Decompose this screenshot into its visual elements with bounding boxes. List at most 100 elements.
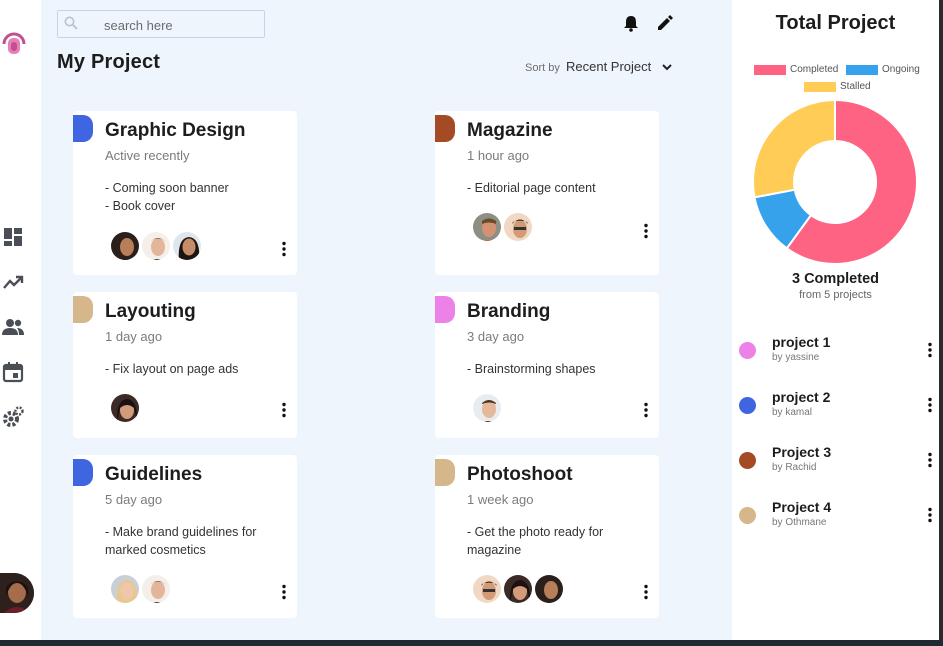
avatar[interactable] xyxy=(533,573,565,605)
avatar[interactable] xyxy=(140,573,172,605)
card-time: 3 day ago xyxy=(467,329,525,344)
donut-chart[interactable] xyxy=(753,100,917,264)
more-vert-icon[interactable] xyxy=(281,241,287,257)
trending-icon[interactable] xyxy=(2,271,24,293)
avatar[interactable] xyxy=(471,392,503,424)
card-avatars xyxy=(109,573,172,605)
card-tag xyxy=(435,115,455,142)
project-card[interactable]: Magazine 1 hour ago - Editorial page con… xyxy=(435,111,659,275)
avatar[interactable] xyxy=(502,211,534,243)
sort-by-label: Sort by xyxy=(525,62,560,74)
card-note: - Get the photo ready for magazine xyxy=(467,525,604,557)
project-card[interactable]: Photoshoot 1 week ago - Get the photo re… xyxy=(435,455,659,618)
project-name: Project 4 xyxy=(772,499,832,515)
legend-item[interactable]: Completed xyxy=(754,64,838,75)
card-time: 1 day ago xyxy=(105,329,163,344)
dashboard-icon[interactable] xyxy=(2,226,24,248)
card-note: - Brainstorming shapes xyxy=(467,362,596,376)
avatar[interactable] xyxy=(109,573,141,605)
card-notes: - Get the photo ready for magazine xyxy=(467,523,652,559)
project-color-dot xyxy=(739,507,756,524)
left-rail xyxy=(0,0,41,640)
card-title: Magazine xyxy=(467,120,553,141)
card-note: - Fix layout on page ads xyxy=(105,362,239,376)
card-note: - Book cover xyxy=(105,199,176,213)
card-tag xyxy=(435,296,455,323)
more-vert-icon[interactable] xyxy=(927,342,933,358)
card-note: - Make brand guidelines for marked cosme… xyxy=(105,525,257,557)
card-notes: - Make brand guidelines for marked cosme… xyxy=(105,523,290,559)
sort-select[interactable]: Recent Project xyxy=(566,59,651,74)
more-vert-icon[interactable] xyxy=(927,507,933,523)
more-vert-icon[interactable] xyxy=(643,402,649,418)
avatar[interactable] xyxy=(140,230,172,262)
card-time: 5 day ago xyxy=(105,492,163,507)
card-tag xyxy=(73,459,93,486)
project-list-item[interactable]: Project 4 by Othmane xyxy=(738,496,938,536)
project-list-item[interactable]: Project 3 by Rachid xyxy=(738,441,938,481)
project-card[interactable]: Graphic Design Active recently - Coming … xyxy=(73,111,297,275)
search-input[interactable] xyxy=(104,15,254,35)
total-project-panel: Total Project Completed Ongoing Stalled … xyxy=(732,0,939,640)
more-vert-icon[interactable] xyxy=(927,452,933,468)
more-vert-icon[interactable] xyxy=(281,402,287,418)
more-vert-icon[interactable] xyxy=(927,397,933,413)
user-avatar[interactable] xyxy=(0,573,34,613)
more-vert-icon[interactable] xyxy=(643,584,649,600)
card-title: Branding xyxy=(467,301,551,322)
legend-swatch xyxy=(754,64,786,75)
project-card[interactable]: Guidelines 5 day ago - Make brand guidel… xyxy=(73,455,297,618)
legend-label: Completed xyxy=(790,64,839,75)
legend-item[interactable]: Stalled xyxy=(804,81,871,92)
project-name: Project 3 xyxy=(772,444,832,460)
more-vert-icon[interactable] xyxy=(643,223,649,239)
avatar[interactable] xyxy=(471,211,503,243)
project-owner: by yassine xyxy=(772,352,820,363)
completed-subtitle: from 5 projects xyxy=(799,289,872,301)
avatar[interactable] xyxy=(171,230,203,262)
more-vert-icon[interactable] xyxy=(281,584,287,600)
people-icon[interactable] xyxy=(2,316,24,338)
card-notes: - Brainstorming shapes xyxy=(467,360,652,378)
bell-icon[interactable] xyxy=(622,14,640,32)
edit-icon[interactable] xyxy=(656,14,674,32)
project-list-item[interactable]: project 2 by kamal xyxy=(738,386,938,426)
card-title: Layouting xyxy=(105,301,196,322)
avatar[interactable] xyxy=(471,573,503,605)
project-color-dot xyxy=(739,397,756,414)
window-edge xyxy=(939,0,943,640)
project-name: project 2 xyxy=(772,389,831,405)
card-tag xyxy=(73,296,93,323)
panel-title: Total Project xyxy=(775,12,896,34)
project-list-item[interactable]: project 1 by yassine xyxy=(738,331,938,371)
card-avatars xyxy=(471,211,534,243)
project-name: project 1 xyxy=(772,334,831,350)
brand-logo-icon[interactable] xyxy=(1,24,27,60)
avatar[interactable] xyxy=(109,392,141,424)
legend-swatch xyxy=(804,81,836,92)
calendar-icon[interactable] xyxy=(2,361,24,383)
main-content: My Project Sort by Recent Project Graphi… xyxy=(41,0,732,640)
card-avatars xyxy=(109,230,203,262)
project-card[interactable]: Branding 3 day ago - Brainstorming shape… xyxy=(435,292,659,438)
chevron-down-icon[interactable] xyxy=(660,60,674,74)
card-notes: - Editorial page content xyxy=(467,179,652,197)
card-time: 1 hour ago xyxy=(467,148,530,163)
legend-label: Ongoing xyxy=(882,64,920,75)
settings-icon[interactable] xyxy=(2,406,24,428)
card-title: Photoshoot xyxy=(467,464,573,485)
legend-label: Stalled xyxy=(840,81,871,92)
search-icon xyxy=(64,16,78,30)
card-avatars xyxy=(471,392,503,424)
avatar[interactable] xyxy=(502,573,534,605)
donut-slice-stalled[interactable] xyxy=(753,100,836,199)
project-color-dot xyxy=(739,342,756,359)
avatar[interactable] xyxy=(109,230,141,262)
project-owner: by Othmane xyxy=(772,517,827,528)
card-time: 1 week ago xyxy=(467,492,534,507)
project-owner: by Rachid xyxy=(772,462,817,473)
project-color-dot xyxy=(739,452,756,469)
legend-item[interactable]: Ongoing xyxy=(846,64,920,75)
project-card[interactable]: Layouting 1 day ago - Fix layout on page… xyxy=(73,292,297,438)
project-owner: by kamal xyxy=(772,407,813,418)
